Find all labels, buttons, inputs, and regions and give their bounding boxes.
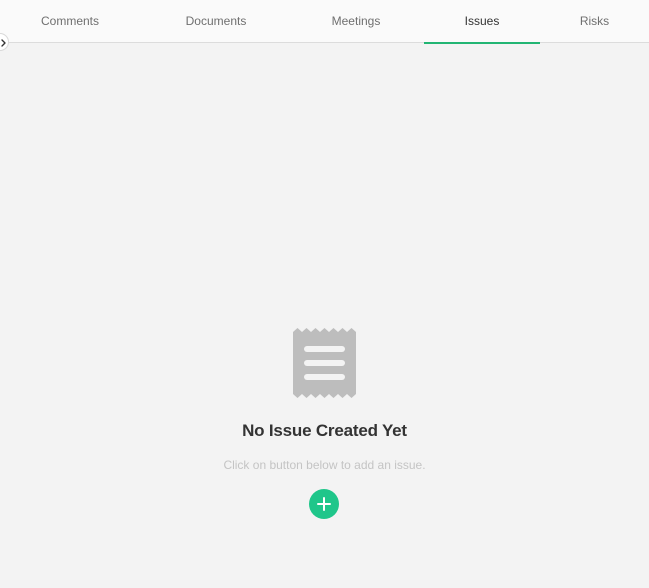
tab-meetings[interactable]: Meetings bbox=[286, 0, 426, 43]
empty-state: No Issue Created Yet Click on button bel… bbox=[0, 0, 649, 588]
plus-icon bbox=[317, 497, 331, 511]
chevron-right-icon bbox=[1, 39, 6, 47]
tab-issues[interactable]: Issues bbox=[424, 0, 540, 44]
tab-documents[interactable]: Documents bbox=[146, 0, 286, 43]
tab-comments[interactable]: Comments bbox=[0, 0, 140, 43]
tab-bar: Comments Documents Meetings Issues Risks bbox=[0, 0, 649, 44]
receipt-icon bbox=[293, 328, 356, 398]
empty-state-subtitle: Click on button below to add an issue. bbox=[223, 458, 426, 472]
tab-risks[interactable]: Risks bbox=[540, 0, 649, 43]
empty-state-title: No Issue Created Yet bbox=[242, 421, 407, 440]
add-issue-button[interactable] bbox=[309, 489, 339, 519]
